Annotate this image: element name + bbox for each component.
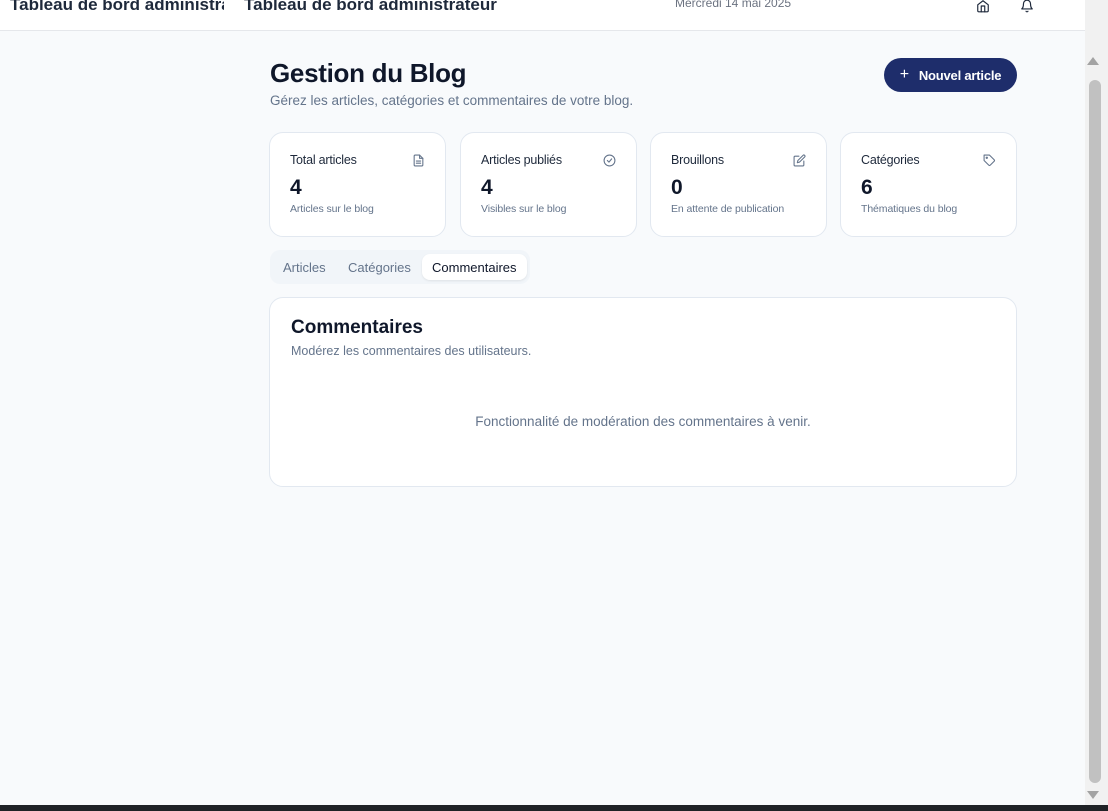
stat-description: En attente de publication: [671, 203, 785, 215]
page-subtitle: Gérez les articles, catégories et commen…: [270, 93, 634, 108]
stat-card-published-articles: Articles publiés 4 Visibles sur le blog: [460, 132, 637, 237]
document-icon: [413, 154, 424, 167]
check-circle-icon: [603, 154, 616, 167]
stat-value: 4: [481, 176, 493, 199]
stat-description: Visibles sur le blog: [481, 203, 567, 215]
stat-value: 0: [671, 176, 683, 199]
notifications-button[interactable]: [1017, 0, 1037, 16]
edit-icon: [793, 154, 806, 167]
scroll-down-arrow-icon[interactable]: [1087, 791, 1099, 799]
header-title: Tableau de bord administrateur: [244, 0, 497, 14]
tab-comments[interactable]: Commentaires: [422, 254, 527, 280]
comments-panel: Commentaires Modérez les commentaires de…: [269, 297, 1017, 487]
plus-icon: +: [899, 66, 909, 83]
empty-state-message: Fonctionnalité de modération des comment…: [475, 414, 811, 429]
vertical-scrollbar[interactable]: [1085, 0, 1108, 805]
page-title: Gestion du Blog: [270, 58, 467, 88]
header-date: Mercredi 14 mai 2025: [675, 0, 792, 10]
stat-value: 4: [290, 176, 302, 199]
stat-label: Total articles: [290, 153, 357, 167]
stat-label: Catégories: [861, 153, 920, 167]
tag-icon: [983, 154, 995, 166]
scroll-up-arrow-icon[interactable]: [1087, 57, 1099, 65]
stat-value: 6: [861, 176, 873, 199]
tab-articles[interactable]: Articles: [273, 254, 336, 280]
stat-card-drafts: Brouillons 0 En attente de publication: [650, 132, 827, 237]
sidebar-title: Tableau de bord administrateur: [10, 0, 224, 14]
stat-description: Thématiques du blog: [861, 203, 958, 215]
panel-title: Commentaires: [291, 317, 423, 338]
tab-categories[interactable]: Catégories: [338, 254, 421, 280]
app-viewport: Tableau de bord administrateur Tableau d…: [0, 0, 1085, 805]
top-header: Tableau de bord administrateur Tableau d…: [0, 0, 1085, 31]
scroll-thumb[interactable]: [1089, 80, 1101, 783]
panel-subtitle: Modérez les commentaires des utilisateur…: [291, 344, 532, 358]
stat-description: Articles sur le blog: [290, 203, 374, 215]
stat-label: Brouillons: [671, 153, 724, 167]
tab-list: Articles Catégories Commentaires: [270, 250, 530, 284]
home-icon: [977, 0, 989, 13]
stat-card-categories: Catégories 6 Thématiques du blog: [840, 132, 1017, 237]
home-button[interactable]: [973, 0, 993, 16]
stat-card-total-articles: Total articles 4 Articles sur le blog: [269, 132, 446, 237]
bell-icon: [1021, 0, 1033, 13]
new-article-button[interactable]: + Nouvel article: [884, 58, 1017, 92]
new-article-label: Nouvel article: [918, 67, 1002, 83]
stat-label: Articles publiés: [481, 153, 562, 167]
